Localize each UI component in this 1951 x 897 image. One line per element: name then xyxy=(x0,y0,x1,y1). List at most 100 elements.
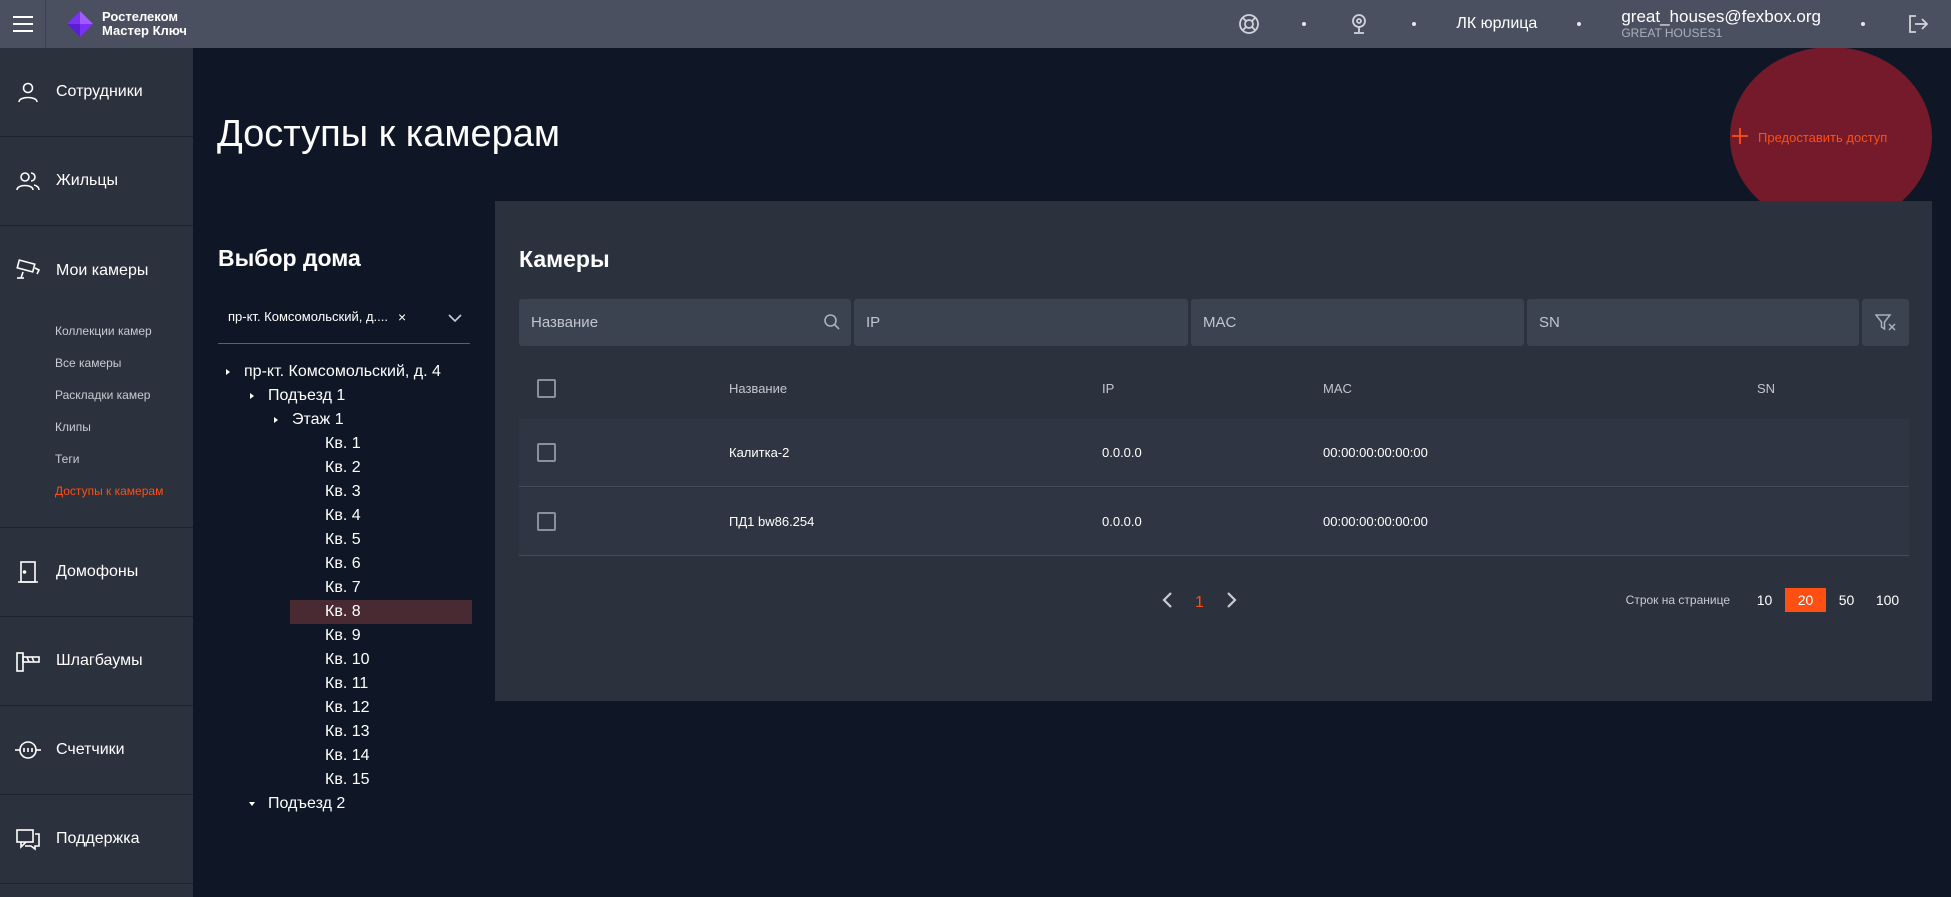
tree-node-flat[interactable]: Кв. 10 xyxy=(218,648,472,672)
sidebar-subitem-collections[interactable]: Коллекции камер xyxy=(0,315,193,347)
sidebar-item-intercoms[interactable]: Домофоны xyxy=(0,528,193,617)
page-title: Доступы к камерам xyxy=(217,113,561,155)
tree-node-flat[interactable]: Кв. 11 xyxy=(218,672,472,696)
sidebar-item-barriers[interactable]: Шлагбаумы xyxy=(0,617,193,706)
grant-access-button[interactable]: Предоставить доступ xyxy=(1730,120,1887,154)
tree-node-flat[interactable]: Кв. 13 xyxy=(218,720,472,744)
filter-mac-input[interactable]: MAC xyxy=(1191,299,1524,346)
tree-node-flat[interactable]: Кв. 4 xyxy=(218,504,472,528)
logo-line-2: Мастер Ключ xyxy=(102,23,187,38)
tree-node-house[interactable]: пр-кт. Комсомольский, д. 4 xyxy=(218,360,472,384)
chip-remove-icon[interactable]: × xyxy=(398,309,406,325)
logo-icon xyxy=(66,10,94,38)
users-icon xyxy=(14,167,42,195)
user-org: GREAT HOUSES1 xyxy=(1621,26,1723,40)
tree-node-label: Этаж 1 xyxy=(292,411,344,428)
column-name: Название xyxy=(729,381,788,396)
filter-placeholder: IP xyxy=(866,314,881,331)
filter-placeholder: Название xyxy=(531,314,599,331)
rows-per-page: Строк на странице 10 20 50 100 xyxy=(1626,588,1908,612)
house-select[interactable]: пр-кт. Комсомольский, д.... × xyxy=(218,290,470,344)
user-email: great_houses@fexbox.org xyxy=(1621,7,1821,26)
tree-node-flat[interactable]: Кв. 9 xyxy=(218,624,472,648)
tree-node-flat[interactable]: Кв. 15 xyxy=(218,768,472,792)
caret-right-icon xyxy=(266,416,286,424)
user-account[interactable]: great_houses@fexbox.org GREAT HOUSES1 xyxy=(1621,7,1821,41)
table-row[interactable]: ПД1 bw86.254 0.0.0.0 00:00:00:00:00:00 xyxy=(519,488,1909,556)
tree-node-flat[interactable]: Кв. 7 xyxy=(218,576,472,600)
chat-icon xyxy=(14,825,42,853)
tree-node-flat[interactable]: Кв. 6 xyxy=(218,552,472,576)
sidebar-label: Поддержка xyxy=(56,830,140,847)
per-page-option-selected[interactable]: 20 xyxy=(1785,588,1826,612)
filter-ip-input[interactable]: IP xyxy=(854,299,1188,346)
sidebar-subitem-clips[interactable]: Клипы xyxy=(0,411,193,443)
tree-node-flat[interactable]: Кв. 12 xyxy=(218,696,472,720)
per-page-option[interactable]: 50 xyxy=(1826,588,1867,612)
filter-placeholder: SN xyxy=(1539,314,1560,331)
lk-switch[interactable]: ЛК юрлица xyxy=(1456,15,1537,33)
sidebar-label: Сотрудники xyxy=(56,83,143,100)
sidebar-label: Шлагбаумы xyxy=(56,652,143,669)
per-page-option[interactable]: 10 xyxy=(1744,588,1785,612)
tree-node-flat[interactable]: Кв. 3 xyxy=(218,480,472,504)
sidebar-item-employees[interactable]: Сотрудники xyxy=(0,48,193,137)
house-select-title: Выбор дома xyxy=(218,245,361,271)
chevron-down-icon[interactable] xyxy=(448,310,462,328)
barrier-icon xyxy=(14,647,42,675)
house-tree: пр-кт. Комсомольский, д. 4 Подъезд 1 Эта… xyxy=(218,360,472,816)
filter-sn-input[interactable]: SN xyxy=(1527,299,1859,346)
separator-dot xyxy=(1861,22,1865,26)
separator-dot xyxy=(1412,22,1417,26)
sidebar-label: Счетчики xyxy=(56,741,125,758)
row-checkbox[interactable] xyxy=(537,512,556,531)
row-checkbox[interactable] xyxy=(537,443,556,462)
sidebar-item-my-cameras[interactable]: Мои камеры xyxy=(0,226,193,315)
select-all-checkbox[interactable] xyxy=(537,379,556,398)
cell-name: ПД1 bw86.254 xyxy=(729,514,815,529)
column-sn: SN xyxy=(1757,381,1776,396)
logo[interactable]: Ростелеком Мастер Ключ xyxy=(66,10,187,38)
tree-node-flat[interactable]: Кв. 2 xyxy=(218,456,472,480)
clear-filter-icon[interactable] xyxy=(1862,299,1909,346)
cameras-panel: Камеры Название IP MAC SN Название IP MA… xyxy=(495,201,1932,701)
filter-name-input[interactable]: Название xyxy=(519,299,851,346)
separator-dot xyxy=(1302,22,1307,26)
table-header: Название IP MAC SN xyxy=(519,366,1909,411)
tree-node-flat[interactable]: Кв. 5 xyxy=(218,528,472,552)
logo-text: Ростелеком Мастер Ключ xyxy=(102,10,187,38)
tree-node-flat-selected[interactable]: Кв. 8 xyxy=(218,600,472,624)
tree-node-entrance[interactable]: Подъезд 2 xyxy=(218,792,472,816)
sidebar-subitem-all-cameras[interactable]: Все камеры xyxy=(0,347,193,379)
caret-down-icon xyxy=(242,800,262,808)
grant-access-label: Предоставить доступ xyxy=(1758,129,1888,145)
filter-placeholder: MAC xyxy=(1203,314,1237,331)
help-lifebuoy-icon[interactable] xyxy=(1236,11,1262,37)
sidebar-label: Домофоны xyxy=(56,563,139,580)
tree-node-entrance[interactable]: Подъезд 1 xyxy=(218,384,472,408)
tree-node-flat[interactable]: Кв. 1 xyxy=(218,432,472,456)
sidebar-item-support[interactable]: Поддержка xyxy=(0,795,193,884)
sidebar-label: Жильцы xyxy=(56,172,119,189)
caret-right-icon xyxy=(218,368,238,376)
menu-icon[interactable] xyxy=(0,0,46,48)
cell-mac: 00:00:00:00:00:00 xyxy=(1323,514,1428,529)
page-number-current[interactable]: 1 xyxy=(1195,594,1204,612)
table-row[interactable]: Калитка-2 0.0.0.0 00:00:00:00:00:00 xyxy=(519,419,1909,487)
chevron-right-icon[interactable] xyxy=(1226,591,1238,614)
search-icon xyxy=(823,313,841,335)
sidebar-item-residents[interactable]: Жильцы xyxy=(0,137,193,226)
chevron-left-icon[interactable] xyxy=(1161,591,1173,614)
tree-node-flat[interactable]: Кв. 14 xyxy=(218,744,472,768)
tree-node-label: пр-кт. Комсомольский, д. 4 xyxy=(244,363,441,380)
sidebar-subitem-camera-access[interactable]: Доступы к камерам xyxy=(0,475,193,507)
logout-icon[interactable] xyxy=(1905,11,1931,37)
tree-node-floor[interactable]: Этаж 1 xyxy=(218,408,472,432)
webcam-icon[interactable] xyxy=(1346,11,1372,37)
sidebar-subitem-tags[interactable]: Теги xyxy=(0,443,193,475)
plus-icon xyxy=(1730,126,1750,149)
cell-ip: 0.0.0.0 xyxy=(1102,514,1142,529)
per-page-option[interactable]: 100 xyxy=(1867,588,1908,612)
sidebar-subitem-layouts[interactable]: Раскладки камер xyxy=(0,379,193,411)
sidebar-item-meters[interactable]: Счетчики xyxy=(0,706,193,795)
